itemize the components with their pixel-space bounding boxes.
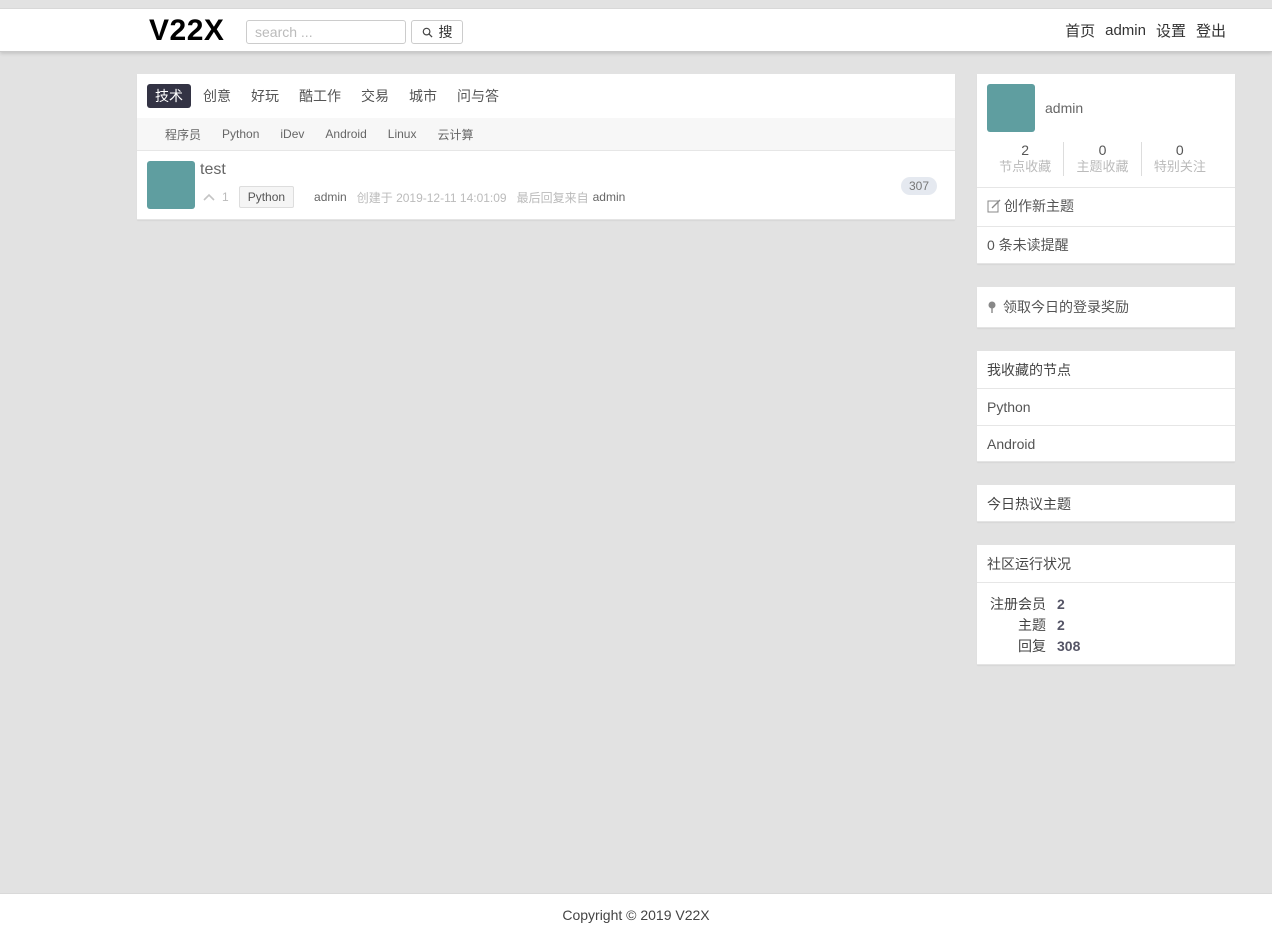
topic-created-time: 创建于 2019-12-11 14:01:09	[356, 190, 507, 205]
tab-creative[interactable]: 创意	[195, 84, 239, 108]
nav-home[interactable]: 首页	[1065, 20, 1095, 41]
copyright-text: Copyright © 2019 V22X	[562, 907, 710, 923]
search-button[interactable]: 搜	[411, 20, 463, 44]
stat-key: 回复	[1018, 637, 1046, 654]
footer: Copyright © 2019 V22X	[0, 893, 1272, 948]
favorite-nodes-title: 我收藏的节点	[987, 361, 1071, 378]
subtab-linux[interactable]: Linux	[388, 127, 417, 141]
fav-node-android[interactable]: Android	[977, 425, 1235, 462]
site-logo[interactable]: V22X	[149, 12, 224, 50]
user-avatar[interactable]	[987, 84, 1035, 132]
stat-value: 2	[1057, 595, 1065, 612]
new-topic-label: 创作新主题	[1004, 198, 1074, 214]
user-name[interactable]: admin	[1045, 100, 1083, 116]
sub-node-tabs: 程序员 Python iDev Android Linux 云计算	[137, 118, 955, 151]
subtab-python[interactable]: Python	[222, 127, 259, 141]
reply-count-badge[interactable]: 307	[901, 177, 937, 195]
last-reply-label: 最后回复来自	[516, 190, 589, 205]
subtab-idev[interactable]: iDev	[280, 127, 304, 141]
hot-topics-card: 今日热议主题	[977, 485, 1235, 522]
stat-label: 主题收藏	[1076, 159, 1129, 174]
stat-row: 主题 2	[977, 614, 1235, 635]
user-card: admin 2 节点收藏 0 主题收藏 0 特别关注 创作新主题 0 条未读提醒	[977, 74, 1235, 264]
stat-row: 注册会员 2	[977, 593, 1235, 614]
tab-city[interactable]: 城市	[401, 84, 445, 108]
hot-topics-title: 今日热议主题	[987, 495, 1071, 512]
divider	[977, 582, 1235, 583]
nav-user[interactable]: admin	[1105, 22, 1146, 39]
new-topic-link[interactable]: 创作新主题	[977, 187, 1235, 224]
topic-meta: 1 Python admin 创建于 2019-12-11 14:01:09 最…	[202, 186, 625, 208]
stat-key: 主题	[1018, 616, 1046, 633]
topic-panel: 技术 创意 好玩 酷工作 交易 城市 问与答 程序员 Python iDev A…	[137, 74, 955, 220]
topic-author[interactable]: admin	[314, 190, 347, 204]
stat-node-favorites[interactable]: 2 节点收藏	[987, 142, 1065, 176]
stat-label: 节点收藏	[999, 159, 1052, 174]
stat-row: 回复 308	[977, 635, 1235, 656]
community-stats-table: 注册会员 2 主题 2 回复 308	[977, 593, 1235, 656]
stat-following[interactable]: 0 特别关注	[1142, 142, 1218, 176]
tab-jobs[interactable]: 酷工作	[291, 84, 349, 108]
stat-label: 特别关注	[1153, 159, 1206, 174]
stat-value: 2	[1057, 616, 1065, 633]
user-stats: 2 节点收藏 0 主题收藏 0 特别关注	[987, 142, 1218, 176]
pin-icon	[988, 301, 996, 313]
stat-number: 0	[1175, 142, 1184, 158]
stat-topic-favorites[interactable]: 0 主题收藏	[1064, 142, 1142, 176]
community-status-card: 社区运行状况 注册会员 2 主题 2 回复 308	[977, 545, 1235, 665]
search-icon	[422, 27, 433, 38]
edit-icon	[987, 199, 1001, 213]
tab-fun[interactable]: 好玩	[243, 84, 287, 108]
topic-author-avatar[interactable]	[147, 161, 195, 209]
stat-number: 2	[1021, 142, 1030, 158]
subtab-cloud[interactable]: 云计算	[437, 126, 473, 143]
nav-settings[interactable]: 设置	[1156, 20, 1186, 41]
daily-reward-label: 领取今日的登录奖励	[1003, 299, 1129, 315]
tab-tech[interactable]: 技术	[147, 84, 191, 108]
community-status-title: 社区运行状况	[987, 555, 1071, 572]
search-input[interactable]	[246, 20, 406, 44]
tab-qna[interactable]: 问与答	[449, 84, 507, 108]
fav-node-python[interactable]: Python	[977, 388, 1235, 425]
topic-title[interactable]: test	[200, 161, 226, 179]
tab-deals[interactable]: 交易	[353, 84, 397, 108]
favorite-nodes-card: 我收藏的节点 Python Android	[977, 351, 1235, 462]
vote-count: 1	[222, 190, 229, 204]
top-navbar: V22X 搜 首页 admin 设置 登出	[0, 9, 1272, 52]
topic-node-tag[interactable]: Python	[238, 186, 295, 208]
top-nav-links: 首页 admin 设置 登出	[1065, 9, 1226, 52]
last-reply-user[interactable]: admin	[593, 190, 626, 204]
notifications-link[interactable]: 0 条未读提醒	[977, 226, 1235, 263]
subtab-programmer[interactable]: 程序员	[165, 126, 201, 143]
category-tabs: 技术 创意 好玩 酷工作 交易 城市 问与答	[147, 84, 511, 108]
daily-reward-card: 领取今日的登录奖励	[977, 287, 1235, 328]
subtab-android[interactable]: Android	[325, 127, 366, 141]
upvote-chevron-icon[interactable]	[202, 190, 216, 204]
search-button-label: 搜	[438, 24, 453, 40]
stat-value: 308	[1057, 637, 1081, 654]
nav-logout[interactable]: 登出	[1196, 20, 1226, 41]
stat-number: 0	[1098, 142, 1107, 158]
daily-reward-link[interactable]: 领取今日的登录奖励	[977, 287, 1235, 327]
stat-key: 注册会员	[990, 595, 1046, 612]
topic-item: test 1 Python admin 创建于 2019-12-11 14:01…	[137, 151, 955, 219]
